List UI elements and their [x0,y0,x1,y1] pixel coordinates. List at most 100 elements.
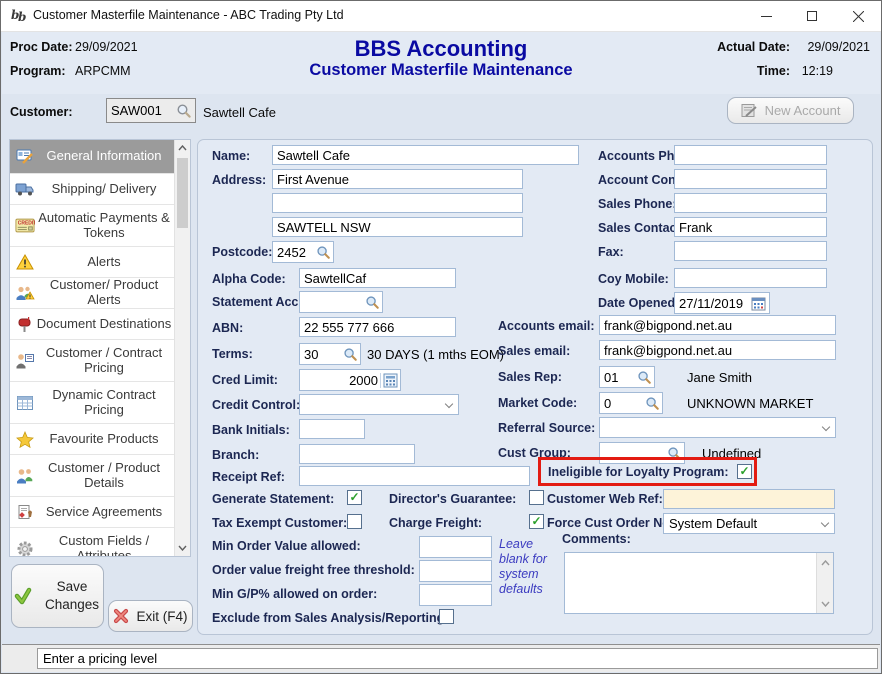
sidebar-item-customer-product-alerts[interactable]: Customer/ Product Alerts [10,278,175,309]
warning-icon [15,252,35,272]
sidebar-item-service-agreements[interactable]: Service Agreements [10,497,175,528]
close-button[interactable] [835,1,881,31]
date-opened-label: Date Opened: [598,296,679,310]
scroll-down-icon[interactable] [817,596,833,611]
sidebar-item-document-destinations[interactable]: Document Destinations [10,309,175,340]
fax-input[interactable] [674,241,827,261]
sidebar-item-automatic-payments[interactable]: CREDIT Automatic Payments & Tokens [10,205,175,247]
comments-textarea[interactable] [565,553,817,613]
statement-acc-input[interactable] [300,295,365,310]
actual-date-value: 29/09/2021 [807,40,870,54]
credit-control-select[interactable] [299,394,459,415]
scroll-up-icon[interactable] [175,140,190,156]
customer-label: Customer: [10,105,73,119]
address-line2-input[interactable] [272,193,523,213]
people-warning-icon [15,283,35,303]
address-line1-input[interactable] [272,169,523,189]
alpha-code-input[interactable] [299,268,456,288]
market-code-search-icon[interactable] [645,396,662,411]
name-label: Name: [212,149,250,163]
sidebar-item-shipping-delivery[interactable]: Shipping/ Delivery [10,174,175,205]
date-opened-input[interactable] [675,296,751,311]
statement-acc-search-icon[interactable] [365,295,382,310]
terms-input[interactable] [300,347,343,362]
force-cust-order-select[interactable]: System Default [663,513,835,534]
save-changes-button[interactable]: Save Changes [11,564,104,628]
save-changes-label: Save Changes [43,578,101,613]
generate-statement-checkbox[interactable] [347,490,362,505]
receipt-ref-input[interactable] [299,466,530,486]
ineligible-loyalty-label: Ineligible for Loyalty Program: [548,465,729,479]
abn-input[interactable] [299,317,456,337]
general-information-panel: Name: Address: Postcode: Alpha Code: Sta… [197,139,873,635]
bank-initials-input[interactable] [299,419,365,439]
scroll-down-icon[interactable] [175,540,190,556]
branch-input[interactable] [299,444,415,464]
customer-code-input[interactable] [107,103,176,118]
charge-freight-checkbox[interactable] [529,514,544,529]
coy-mobile-label: Coy Mobile: [598,272,669,286]
mailbox-icon [15,314,35,334]
customer-name: Sawtell Cafe [203,105,276,120]
ineligible-loyalty-checkbox[interactable] [737,464,752,479]
comments-scrollbar[interactable] [816,553,833,613]
accounts-email-input[interactable] [599,315,836,335]
name-input[interactable] [272,145,579,165]
freight-free-threshold-input[interactable] [419,560,492,582]
account-cont-label: Account Cont: [598,173,684,187]
charge-freight-label: Charge Freight: [389,516,482,530]
tax-exempt-checkbox[interactable] [347,514,362,529]
accounts-ph-input[interactable] [674,145,827,165]
customer-web-ref-input[interactable] [663,489,835,509]
postcode-search-icon[interactable] [316,245,333,260]
scroll-up-icon[interactable] [817,555,833,570]
sidebar-item-custom-fields[interactable]: Custom Fields / Attributes [10,528,175,557]
sidebar-item-favourite-products[interactable]: Favourite Products [10,424,175,455]
min-gp-input[interactable] [419,584,492,606]
sidebar-item-customer-contract-pricing[interactable]: Customer / Contract Pricing [10,340,175,382]
exit-label: Exit (F4) [136,609,187,624]
status-bar: Enter a pricing level [2,644,880,672]
postcode-input[interactable] [273,245,316,260]
account-cont-input[interactable] [674,169,827,189]
sidebar-item-label: Favourite Products [36,432,172,447]
terms-search-icon[interactable] [343,347,360,362]
referral-source-select[interactable] [599,417,836,438]
exit-button[interactable]: Exit (F4) [108,600,193,632]
coy-mobile-input[interactable] [674,268,827,288]
sidebar-item-general-information[interactable]: General Information [10,140,175,174]
app-window: bb Customer Masterfile Maintenance - ABC… [0,0,882,674]
min-gp-label: Min G/P% allowed on order: [212,587,377,601]
sales-contact-input[interactable] [674,217,827,237]
address-line3-input[interactable] [272,217,523,237]
directors-guarantee-checkbox[interactable] [529,490,544,505]
sales-email-input[interactable] [599,340,836,360]
exclude-sales-analysis-checkbox[interactable] [439,609,454,624]
new-account-icon [741,103,758,118]
sidebar-item-alerts[interactable]: Alerts [10,247,175,278]
sales-rep-search-icon[interactable] [637,370,654,385]
system-defaults-hint: Leave blank for system defaults [499,537,561,597]
maximize-button[interactable] [789,1,835,31]
branch-label: Branch: [212,448,259,462]
customer-web-ref-label: Customer Web Ref: [547,492,663,506]
customer-search-icon[interactable] [176,103,195,119]
minimize-button[interactable] [743,1,789,31]
sidebar-item-dynamic-contract-pricing[interactable]: Dynamic Contract Pricing [10,382,175,424]
min-order-value-label: Min Order Value allowed: [212,539,361,553]
sales-phone-input[interactable] [674,193,827,213]
market-code-input[interactable] [600,396,645,411]
calendar-icon[interactable] [751,296,769,311]
new-account-button[interactable]: New Account [727,97,854,124]
sidebar-item-label: Dynamic Contract Pricing [36,388,172,418]
calculator-icon[interactable] [380,373,400,388]
sidebar-item-customer-product-details[interactable]: Customer / Product Details [10,455,175,497]
min-order-value-input[interactable] [419,536,492,558]
scrollbar-thumb[interactable] [177,158,188,228]
date-opened-field [674,292,770,314]
document-stamp-icon [15,502,35,522]
sidebar-scrollbar[interactable] [174,140,190,556]
sales-rep-input[interactable] [600,370,637,385]
exclude-sales-analysis-label: Exclude from Sales Analysis/Reporting: [212,611,448,625]
cred-limit-input[interactable] [300,373,380,388]
